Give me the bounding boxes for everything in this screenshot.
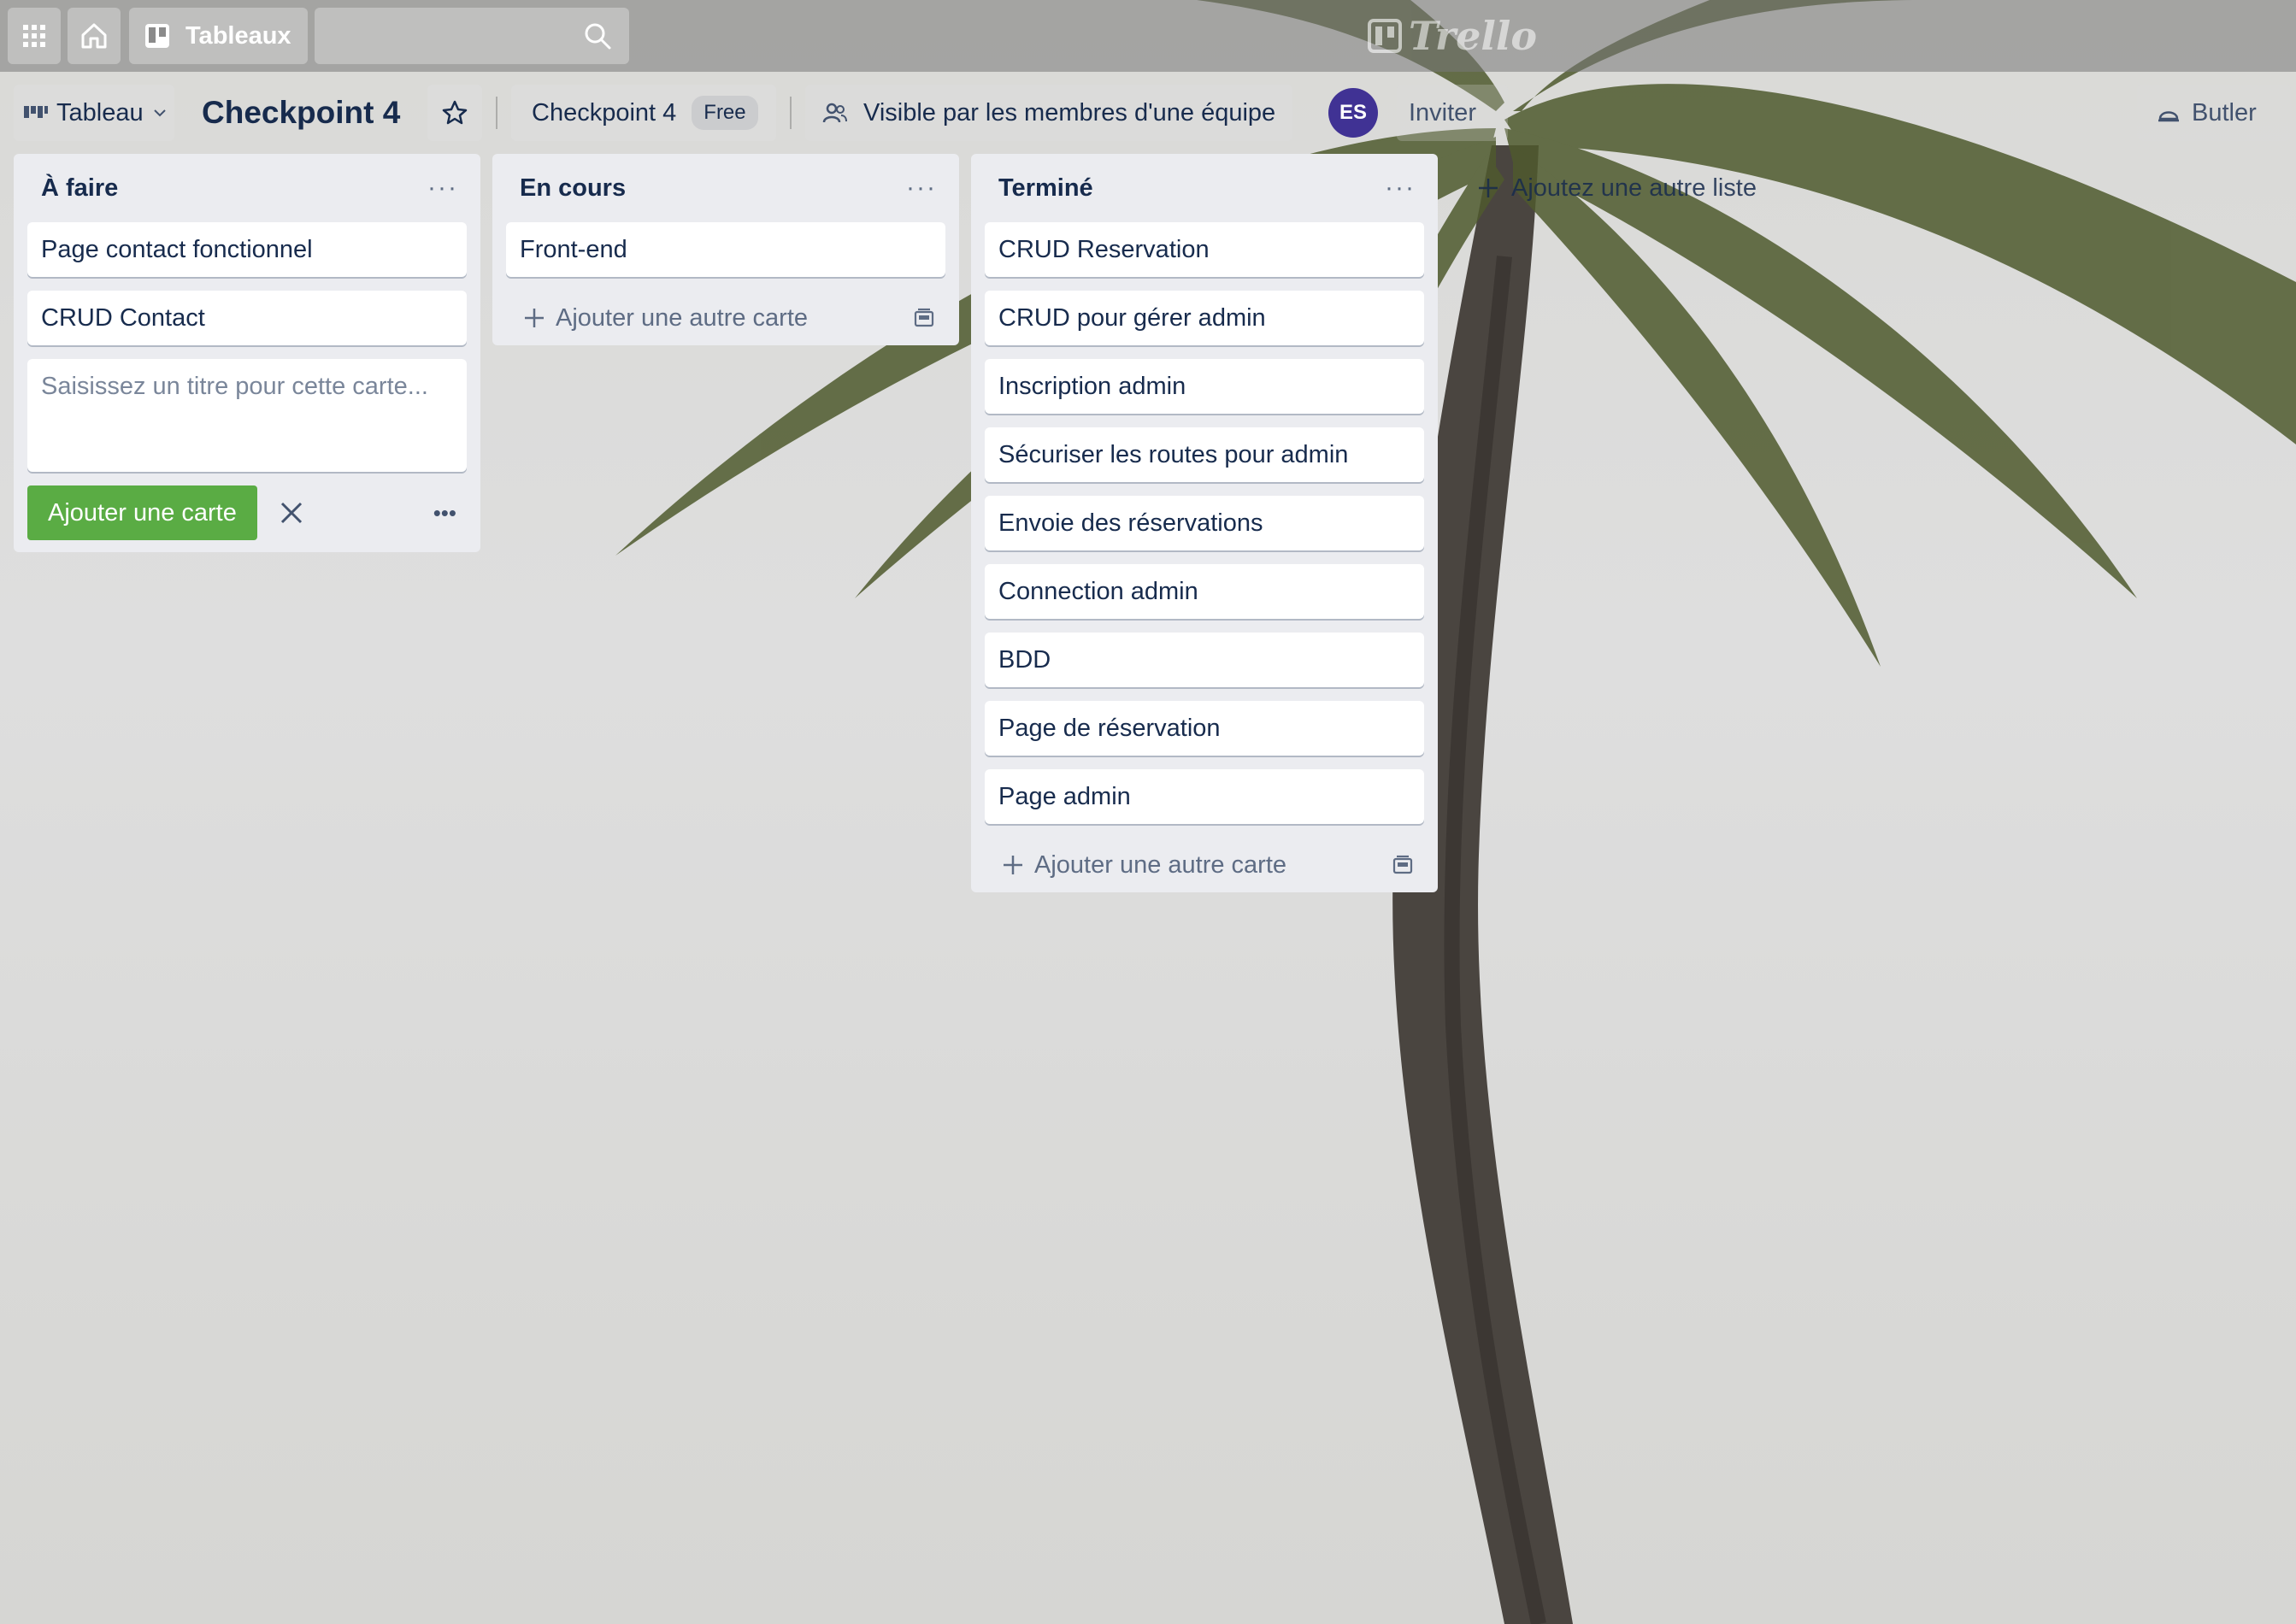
add-another-card[interactable]: Ajouter une autre carte (506, 291, 945, 345)
home-icon (81, 23, 107, 49)
list-menu-button[interactable]: ··· (427, 174, 458, 203)
plus-icon (525, 309, 544, 327)
list-todo: À faire ··· Page contact fonctionnel CRU… (14, 154, 480, 552)
add-another-card[interactable]: Ajouter une autre carte (985, 838, 1424, 892)
board-title[interactable]: Checkpoint 4 (191, 85, 410, 141)
butler-icon (2158, 111, 2179, 122)
header-divider (496, 97, 497, 129)
boards-icon (145, 24, 169, 48)
card[interactable]: BDD (985, 633, 1424, 687)
composer-controls: Ajouter une carte ••• (27, 485, 467, 540)
chevron-down-icon (153, 109, 166, 117)
invite-button[interactable]: Inviter (1397, 85, 1508, 141)
card[interactable]: CRUD pour gérer admin (985, 291, 1424, 345)
star-icon (442, 100, 468, 125)
card[interactable]: CRUD Reservation (985, 222, 1424, 277)
home-button[interactable] (68, 8, 121, 64)
apps-grid-icon (23, 25, 45, 47)
apps-button[interactable] (8, 8, 61, 64)
card[interactable]: Front-end (506, 222, 945, 277)
team-name: Checkpoint 4 (532, 98, 677, 127)
visibility-label: Visible par les membres d'une équipe (863, 98, 1276, 127)
list-menu-button[interactable]: ··· (906, 174, 937, 203)
list-header: En cours ··· (506, 154, 945, 222)
composer-more-button[interactable]: ••• (433, 500, 467, 527)
boards-button[interactable]: Tableaux (129, 8, 308, 64)
search-icon (585, 23, 611, 50)
boards-label: Tableaux (185, 21, 291, 50)
list-title[interactable]: Terminé (998, 174, 1093, 203)
card[interactable]: Page de réservation (985, 701, 1424, 756)
list-menu-button[interactable]: ··· (1385, 174, 1416, 203)
card[interactable]: CRUD Contact (27, 291, 467, 345)
board-view-switcher[interactable]: Tableau (14, 85, 174, 141)
list-header: Terminé ··· (985, 154, 1424, 222)
list-done: Terminé ··· CRUD Reservation CRUD pour g… (971, 154, 1438, 892)
card-template-icon[interactable] (913, 307, 935, 329)
visibility-button[interactable]: Visible par les membres d'une équipe (805, 85, 1292, 141)
search-box[interactable] (315, 8, 629, 64)
list-title[interactable]: À faire (41, 174, 118, 203)
trello-logo-icon (1368, 19, 1402, 53)
card-template-icon[interactable] (1392, 854, 1414, 876)
add-card-label: Ajouter une autre carte (556, 303, 809, 332)
trello-logo[interactable]: Trello (1368, 10, 1537, 62)
butler-button[interactable]: Butler (2137, 85, 2291, 141)
card[interactable]: Page admin (985, 769, 1424, 824)
card[interactable]: Sécuriser les routes pour admin (985, 427, 1424, 482)
team-visibility-icon (822, 103, 847, 123)
add-card-button[interactable]: Ajouter une carte (27, 485, 257, 540)
add-list-label: Ajoutez une autre liste (1511, 174, 1757, 202)
card[interactable]: Envoie des réservations (985, 496, 1424, 550)
member-avatar[interactable]: ES (1328, 88, 1378, 138)
card[interactable]: Connection admin (985, 564, 1424, 619)
plan-badge: Free (692, 96, 758, 130)
team-button[interactable]: Checkpoint 4 Free (511, 85, 776, 141)
card[interactable]: Inscription admin (985, 359, 1424, 414)
list-in-progress: En cours ··· Front-end Ajouter une autre… (492, 154, 959, 345)
top-app-bar: Tableaux Trello (0, 0, 2296, 72)
card-composer (27, 359, 467, 472)
board-view-icon (24, 106, 48, 118)
trello-logo-text: Trello (1409, 13, 1538, 59)
plus-icon (1479, 179, 1498, 197)
add-another-list[interactable]: Ajoutez une autre liste (1450, 154, 1894, 222)
board-view-label: Tableau (56, 98, 144, 127)
card[interactable]: Page contact fonctionnel (27, 222, 467, 277)
list-header: À faire ··· (27, 154, 467, 222)
close-icon[interactable] (278, 499, 305, 527)
card-title-input[interactable] (41, 373, 453, 458)
star-board-button[interactable] (427, 85, 482, 141)
header-divider (790, 97, 792, 129)
plus-icon (1004, 856, 1022, 874)
butler-label: Butler (2192, 98, 2257, 127)
add-card-label: Ajouter une autre carte (1034, 850, 1287, 879)
list-title[interactable]: En cours (520, 174, 626, 203)
